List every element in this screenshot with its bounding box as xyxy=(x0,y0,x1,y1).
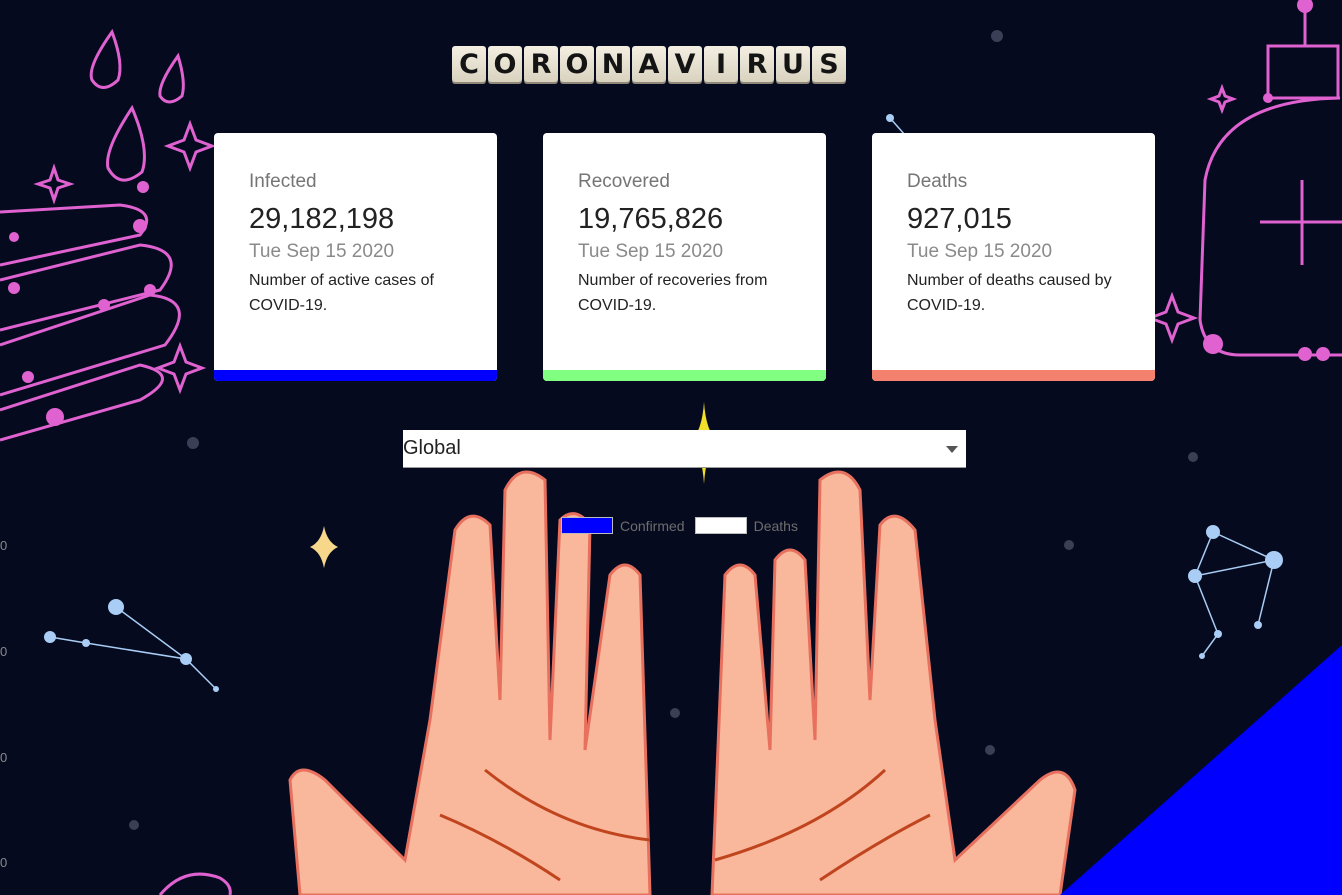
infected-accent-bar xyxy=(214,370,497,381)
country-select[interactable]: Global xyxy=(403,430,966,468)
logo-letter-tile: V xyxy=(668,46,702,82)
infected-date: Tue Sep 15 2020 xyxy=(249,241,395,262)
logo-letter-tile: U xyxy=(776,46,810,82)
legend-label-confirmed[interactable]: Confirmed xyxy=(620,518,685,534)
logo-letter-tile: I xyxy=(704,46,738,82)
infected-count: 29,182,198 xyxy=(249,203,395,235)
recovered-date: Tue Sep 15 2020 xyxy=(578,241,724,262)
deaths-label: Deaths xyxy=(907,171,968,192)
logo-letter-tile: S xyxy=(812,46,846,82)
coronavirus-logo: CORONAVIRUS xyxy=(452,46,916,84)
deaths-date: Tue Sep 15 2020 xyxy=(907,241,1053,262)
country-select-value: Global xyxy=(403,437,461,459)
recovered-accent-bar xyxy=(543,370,826,381)
y-axis-tick-label: 0 xyxy=(0,855,8,870)
recovered-description: Number of recoveries from COVID-19. xyxy=(578,272,768,314)
recovered-label: Recovered xyxy=(578,171,670,192)
logo-letter-tile: A xyxy=(632,46,666,82)
y-axis-tick-label: 0 xyxy=(0,644,8,659)
infected-label: Infected xyxy=(249,171,317,192)
logo-letter-tile: N xyxy=(596,46,630,82)
legend-swatch-confirmed[interactable] xyxy=(561,517,613,534)
infected-description: Number of active cases of COVID-19. xyxy=(249,272,434,314)
chart-legend: Confirmed Deaths xyxy=(561,517,808,534)
app-page: CORONAVIRUS Infected 29,182,198 Tue Sep … xyxy=(0,0,1342,895)
y-axis-tick-label: 0 xyxy=(0,538,8,553)
logo-letter-tile: O xyxy=(560,46,594,82)
logo-letter-tile: C xyxy=(452,46,486,82)
recovered-card: Recovered 19,765,826 Tue Sep 15 2020 Num… xyxy=(543,133,826,381)
legend-swatch-deaths[interactable] xyxy=(694,517,747,534)
legend-label-deaths[interactable]: Deaths xyxy=(754,518,798,534)
recovered-count: 19,765,826 xyxy=(578,203,724,235)
y-axis-tick-label: 0 xyxy=(0,750,8,765)
logo-letter-tile: R xyxy=(524,46,558,82)
logo-letter-tile: O xyxy=(488,46,522,82)
infected-card: Infected 29,182,198 Tue Sep 15 2020 Numb… xyxy=(214,133,497,381)
deaths-card: Deaths 927,015 Tue Sep 15 2020 Number of… xyxy=(872,133,1155,381)
deaths-description: Number of deaths caused by COVID-19. xyxy=(907,272,1112,314)
deaths-count: 927,015 xyxy=(907,203,1012,235)
logo-letter-tile: R xyxy=(740,46,774,82)
deaths-accent-bar xyxy=(872,370,1155,381)
chevron-down-icon[interactable] xyxy=(946,446,958,453)
